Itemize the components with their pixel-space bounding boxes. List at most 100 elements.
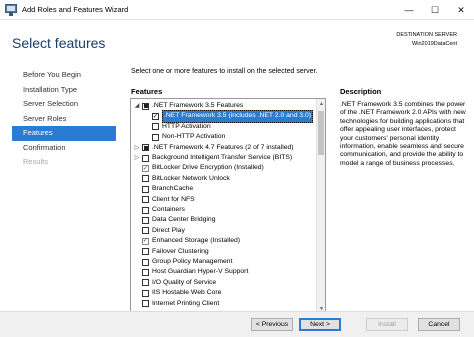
feature-label[interactable]: Group Policy Management: [152, 257, 232, 267]
feature-label[interactable]: BitLocker Network Unlock: [152, 174, 230, 184]
feature-label[interactable]: .NET Framework 4.7 Features (2 of 7 inst…: [152, 143, 294, 153]
description-text: .NET Framework 3.5 combines the power of…: [340, 101, 466, 167]
server-manager-icon: [5, 3, 17, 16]
feature-row[interactable]: IIS Hostable Web Core: [133, 288, 221, 298]
feature-label[interactable]: Failover Clustering: [152, 247, 209, 257]
feature-row[interactable]: HTTP Activation: [143, 122, 211, 132]
feature-row[interactable]: ▷ Background Intelligent Transfer Service…: [133, 153, 292, 163]
nav-item-confirmation[interactable]: Confirmation: [12, 141, 116, 156]
wizard-header: Select features DESTINATION SERVER Win20…: [0, 20, 474, 62]
feature-checkbox[interactable]: [142, 196, 149, 204]
wizard-nav: Before You Begin Installation Type Serve…: [12, 68, 116, 170]
feature-checkbox[interactable]: [152, 113, 159, 121]
feature-checkbox[interactable]: [142, 300, 149, 308]
feature-checkbox: [142, 237, 149, 245]
feature-checkbox[interactable]: [142, 175, 149, 183]
nav-item-results: Results: [23, 157, 49, 166]
feature-checkbox[interactable]: [142, 144, 149, 152]
previous-button[interactable]: < Previous: [251, 318, 293, 331]
next-button[interactable]: Next >: [299, 318, 341, 331]
feature-checkbox[interactable]: [142, 185, 149, 193]
feature-checkbox[interactable]: [142, 269, 149, 277]
feature-label[interactable]: Non-HTTP Activation: [162, 132, 225, 142]
feature-checkbox[interactable]: [142, 289, 149, 297]
nav-item-server-selection[interactable]: Server Selection: [12, 97, 116, 112]
feature-label[interactable]: I/O Quality of Service: [152, 278, 216, 288]
feature-checkbox[interactable]: [142, 248, 149, 256]
window-title: Add Roles and Features Wizard: [22, 5, 129, 14]
nav-item-features[interactable]: Features: [12, 126, 116, 141]
nav-item-before-you-begin[interactable]: Before You Begin: [12, 68, 116, 83]
feature-label[interactable]: Containers: [152, 205, 185, 215]
cancel-button[interactable]: Cancel: [418, 318, 460, 331]
feature-row[interactable]: ▷ .NET Framework 4.7 Features (2 of 7 ins…: [133, 143, 294, 153]
feature-row[interactable]: .NET Framework 3.5 (includes .NET 2.0 an…: [143, 110, 314, 123]
feature-row[interactable]: Direct Play: [133, 226, 185, 236]
features-scrollbar[interactable]: ▲ ▼: [316, 99, 325, 313]
destination-server-label: DESTINATION SERVER: [396, 32, 457, 38]
nav-item-server-roles[interactable]: Server Roles: [12, 112, 116, 127]
feature-checkbox[interactable]: [142, 154, 149, 162]
feature-checkbox[interactable]: [142, 227, 149, 235]
feature-row[interactable]: Host Guardian Hyper-V Support: [133, 267, 248, 277]
maximize-button[interactable]: ☐: [422, 0, 448, 20]
feature-row[interactable]: Enhanced Storage (Installed): [133, 236, 240, 246]
feature-row[interactable]: Containers: [133, 205, 185, 215]
expand-arrow-icon[interactable]: ▷: [133, 154, 141, 162]
feature-checkbox[interactable]: [142, 258, 149, 266]
features-heading: Features: [131, 87, 163, 96]
feature-row[interactable]: Group Policy Management: [133, 257, 232, 267]
page-title: Select features: [12, 35, 106, 51]
instruction-text: Select one or more features to install o…: [131, 68, 318, 75]
feature-row[interactable]: BranchCache: [133, 184, 193, 194]
feature-label[interactable]: BranchCache: [152, 184, 193, 194]
features-tree[interactable]: ◢.NET Framework 3.5 Features.NET Framewo…: [130, 98, 326, 314]
feature-checkbox[interactable]: [152, 133, 159, 141]
feature-checkbox[interactable]: [142, 206, 149, 214]
feature-label[interactable]: BitLocker Drive Encryption (Installed): [152, 163, 264, 173]
feature-row[interactable]: Non-HTTP Activation: [143, 132, 225, 142]
feature-label[interactable]: Client for NFS: [152, 195, 195, 205]
feature-row[interactable]: BitLocker Drive Encryption (Installed): [133, 163, 264, 173]
feature-label[interactable]: Internet Printing Client: [152, 299, 219, 309]
minimize-button[interactable]: —: [396, 0, 422, 20]
collapse-arrow-icon[interactable]: ◢: [133, 102, 141, 110]
nav-item-installation-type[interactable]: Installation Type: [12, 83, 116, 98]
feature-row[interactable]: Client for NFS: [133, 195, 195, 205]
feature-row[interactable]: Failover Clustering: [133, 247, 209, 257]
feature-label[interactable]: IIS Hostable Web Core: [152, 288, 221, 298]
feature-label[interactable]: HTTP Activation: [162, 122, 211, 132]
scrollbar-thumb[interactable]: [318, 111, 324, 155]
feature-label[interactable]: Enhanced Storage (Installed): [152, 236, 240, 246]
expand-arrow-icon[interactable]: ▷: [133, 144, 141, 152]
feature-row[interactable]: I/O Quality of Service: [133, 278, 216, 288]
feature-label[interactable]: Background Intelligent Transfer Service …: [152, 153, 292, 163]
feature-label[interactable]: Direct Play: [152, 226, 185, 236]
install-button: Install: [366, 318, 408, 331]
feature-row[interactable]: Internet Printing Client: [133, 299, 219, 309]
feature-row[interactable]: BitLocker Network Unlock: [133, 174, 230, 184]
feature-row[interactable]: Data Center Bridging: [133, 215, 215, 225]
scroll-up-arrow-icon[interactable]: ▲: [317, 99, 325, 108]
close-button[interactable]: ✕: [448, 0, 474, 20]
feature-checkbox[interactable]: [142, 279, 149, 287]
feature-label[interactable]: Data Center Bridging: [152, 215, 215, 225]
feature-checkbox[interactable]: [142, 217, 149, 225]
feature-label[interactable]: Host Guardian Hyper-V Support: [152, 267, 248, 277]
feature-checkbox[interactable]: [142, 102, 149, 110]
feature-checkbox[interactable]: [152, 123, 159, 131]
